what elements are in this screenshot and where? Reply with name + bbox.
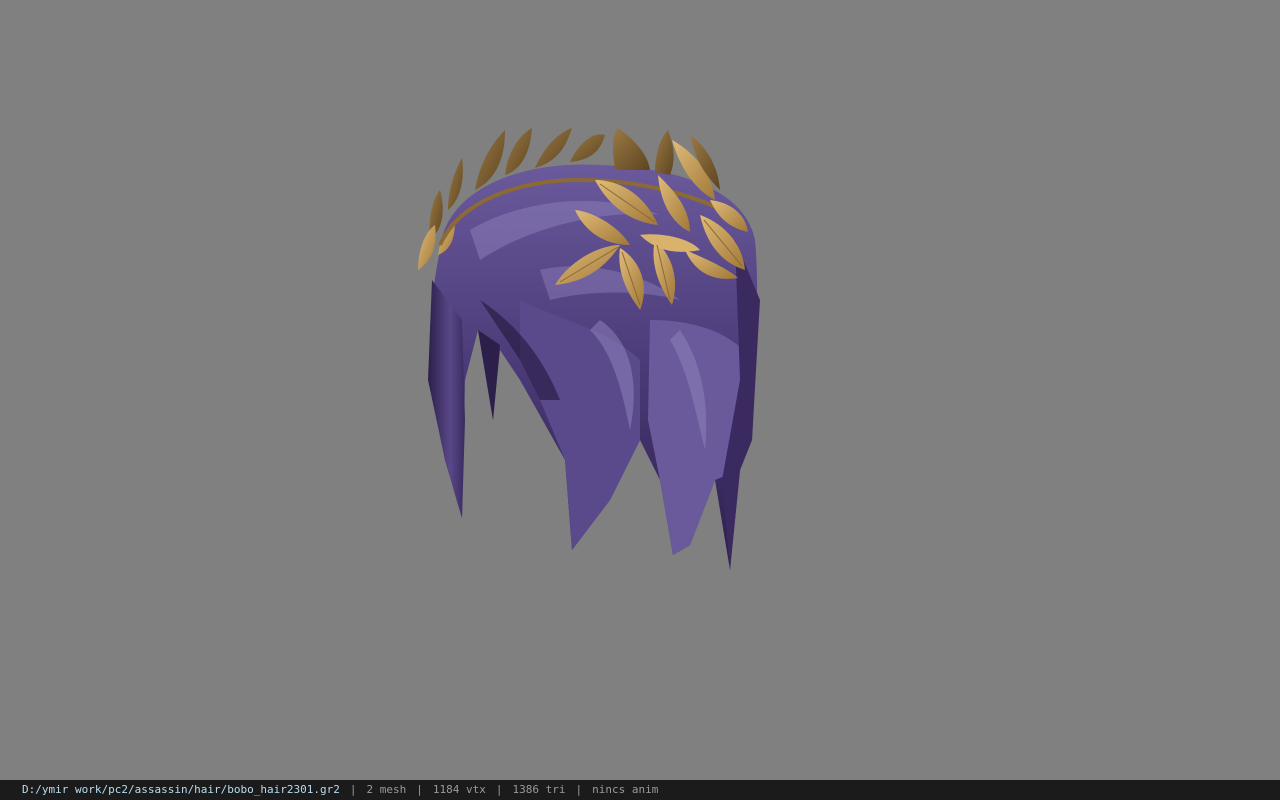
- separator: |: [416, 783, 423, 796]
- status-bar: D:/ymir work/pc2/assassin/hair/bobo_hair…: [0, 780, 1280, 800]
- triangle-count: 1386 tri: [512, 783, 566, 796]
- vertex-count: 1184 vtx: [432, 783, 486, 796]
- 3d-viewport[interactable]: [0, 0, 1280, 780]
- separator: |: [495, 783, 503, 796]
- mesh-count: 2 mesh: [366, 783, 407, 796]
- separator: |: [575, 783, 583, 796]
- animation-status: nincs anim: [592, 783, 659, 796]
- file-path: D:/ymir work/pc2/assassin/hair/bobo_hair…: [22, 783, 340, 796]
- model-render: [418, 128, 760, 570]
- separator: |: [349, 783, 357, 796]
